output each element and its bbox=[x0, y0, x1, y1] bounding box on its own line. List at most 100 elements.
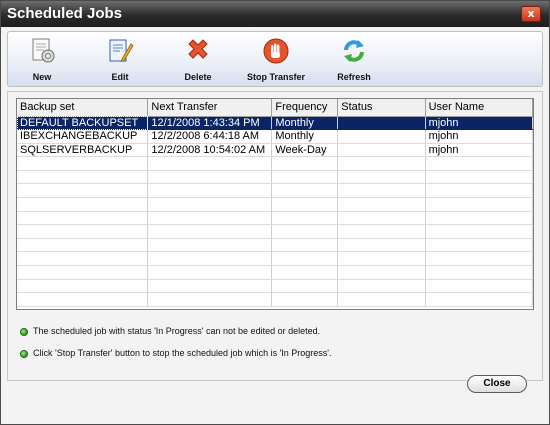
jobs-table: Backup set Next Transfer Frequency Statu… bbox=[17, 99, 533, 307]
table-cell bbox=[271, 251, 339, 267]
edit-icon bbox=[109, 39, 134, 63]
table-cell bbox=[271, 170, 339, 185]
table-cell bbox=[271, 183, 339, 199]
table-row[interactable] bbox=[17, 292, 533, 307]
note-stop-transfer: Click 'Stop Transfer' button to stop the… bbox=[20, 348, 520, 362]
table-cell bbox=[271, 156, 339, 171]
table-cell bbox=[337, 292, 426, 307]
table-cell bbox=[425, 238, 533, 253]
table-cell bbox=[425, 156, 533, 171]
refresh-label: Refresh bbox=[337, 72, 371, 82]
note-in-progress-edit: The scheduled job with status 'In Progre… bbox=[20, 326, 520, 340]
table-cell bbox=[337, 211, 426, 226]
table-cell bbox=[17, 265, 149, 280]
table-cell bbox=[147, 170, 273, 185]
table-cell bbox=[271, 211, 339, 226]
column-header-user-name[interactable]: User Name bbox=[425, 99, 533, 117]
table-cell bbox=[425, 279, 533, 294]
jobs-table-container[interactable]: Backup set Next Transfer Frequency Statu… bbox=[16, 98, 534, 310]
table-row[interactable]: IBEXCHANGEBACKUP 12/2/2008 6:44:18 AM Mont… bbox=[17, 129, 533, 144]
table-row[interactable] bbox=[17, 170, 533, 185]
table-row[interactable]: SQLSERVERBACKUP 12/2/2008 10:54:02 AM Week… bbox=[17, 143, 533, 158]
table-cell bbox=[271, 238, 339, 253]
table-cell: IBEXCHANGEBACKUP bbox=[17, 129, 149, 144]
table-cell bbox=[425, 224, 533, 239]
table-cell bbox=[17, 292, 149, 307]
table-row[interactable]: DEFAULT BACKUPSET 12/1/2008 1:43:34 PM Mon… bbox=[17, 116, 533, 131]
table-cell: Week-Day bbox=[271, 143, 339, 158]
table-cell: SQLSERVERBACKUP bbox=[17, 143, 149, 158]
table-row[interactable] bbox=[17, 279, 533, 294]
table-cell: 12/2/2008 6:44:18 AM bbox=[147, 129, 273, 144]
new-button[interactable]: New bbox=[22, 36, 62, 86]
table-row[interactable] bbox=[17, 251, 533, 267]
table-cell bbox=[147, 279, 273, 294]
table-cell bbox=[147, 238, 273, 253]
table-cell bbox=[147, 183, 273, 199]
table-cell bbox=[147, 224, 273, 239]
column-header-status[interactable]: Status bbox=[337, 99, 426, 117]
table-cell: 12/2/2008 10:54:02 AM bbox=[147, 143, 273, 158]
window-close-button[interactable]: x bbox=[521, 6, 541, 22]
table-cell bbox=[337, 183, 426, 199]
table-cell bbox=[337, 197, 426, 212]
table-cell bbox=[271, 197, 339, 212]
stop-transfer-label: Stop Transfer bbox=[246, 72, 305, 82]
table-cell bbox=[337, 170, 426, 185]
table-cell bbox=[337, 156, 426, 171]
title-bar[interactable]: Scheduled Jobs x bbox=[1, 1, 549, 27]
column-header-next-transfer[interactable]: Next Transfer bbox=[147, 99, 273, 117]
edit-label: Edit bbox=[111, 72, 129, 82]
delete-icon bbox=[188, 39, 208, 59]
close-button[interactable]: Close bbox=[467, 375, 527, 393]
table-cell: DEFAULT BACKUPSET bbox=[17, 116, 149, 131]
table-cell bbox=[17, 211, 149, 226]
table-cell bbox=[271, 224, 339, 239]
table-cell bbox=[425, 265, 533, 280]
table-cell bbox=[17, 170, 149, 185]
table-cell bbox=[17, 238, 149, 253]
delete-button[interactable]: Delete bbox=[178, 36, 218, 86]
table-cell bbox=[271, 292, 339, 307]
note-text: The scheduled job with status 'In Progre… bbox=[33, 326, 321, 336]
table-cell bbox=[147, 197, 273, 212]
notes: The scheduled job with status 'In Progre… bbox=[20, 326, 520, 370]
stop-transfer-button[interactable]: Stop Transfer bbox=[246, 36, 306, 86]
column-header-backup-set[interactable]: Backup set bbox=[17, 99, 149, 117]
table-cell bbox=[425, 251, 533, 267]
table-row[interactable] bbox=[17, 183, 533, 199]
info-bullet-icon bbox=[20, 350, 28, 358]
delete-label: Delete bbox=[184, 72, 212, 82]
table-cell bbox=[271, 265, 339, 280]
table-row[interactable] bbox=[17, 265, 533, 280]
table-cell bbox=[147, 265, 273, 280]
refresh-button[interactable]: Refresh bbox=[334, 36, 374, 86]
jobs-panel: Backup set Next Transfer Frequency Statu… bbox=[7, 91, 543, 381]
refresh-icon bbox=[344, 40, 364, 62]
table-cell bbox=[17, 251, 149, 267]
table-cell: mjohn bbox=[425, 143, 533, 158]
table-cell bbox=[147, 292, 273, 307]
table-cell bbox=[271, 279, 339, 294]
table-cell bbox=[425, 292, 533, 307]
window-title: Scheduled Jobs bbox=[7, 5, 123, 22]
toolbar: New Edit Delete Stop Transfer Refresh bbox=[7, 31, 543, 87]
table-row[interactable] bbox=[17, 224, 533, 239]
table-row[interactable] bbox=[17, 197, 533, 212]
table-cell bbox=[425, 170, 533, 185]
table-row[interactable] bbox=[17, 211, 533, 226]
table-cell bbox=[17, 156, 149, 171]
table-cell bbox=[337, 279, 426, 294]
table-cell bbox=[17, 197, 149, 212]
table-row[interactable] bbox=[17, 238, 533, 253]
table-cell bbox=[425, 211, 533, 226]
table-cell bbox=[17, 224, 149, 239]
table-row[interactable] bbox=[17, 156, 533, 171]
new-job-icon bbox=[32, 38, 55, 63]
table-cell bbox=[337, 238, 426, 253]
table-cell bbox=[425, 197, 533, 212]
table-cell bbox=[337, 129, 426, 144]
edit-button[interactable]: Edit bbox=[100, 36, 140, 86]
column-header-frequency[interactable]: Frequency bbox=[271, 99, 339, 117]
table-header-row: Backup set Next Transfer Frequency Statu… bbox=[17, 99, 533, 117]
